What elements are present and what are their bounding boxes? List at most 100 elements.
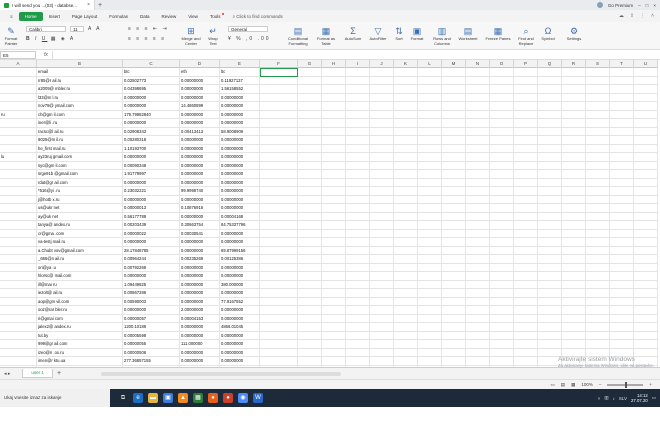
table-cell[interactable]: [610, 289, 634, 298]
table-cell[interactable]: [370, 102, 394, 111]
table-cell[interactable]: 0.00090348: [123, 161, 180, 170]
table-cell[interactable]: [370, 195, 394, 204]
table-cell[interactable]: [466, 263, 490, 272]
table-cell[interactable]: 0.00000000: [220, 93, 260, 102]
table-cell[interactable]: [514, 204, 538, 213]
table-cell[interactable]: [346, 331, 370, 340]
table-cell[interactable]: [370, 297, 394, 306]
find-commands[interactable]: ⌕ Click to find commands: [232, 14, 282, 19]
table-cell[interactable]: [418, 246, 442, 255]
table-cell[interactable]: [0, 297, 37, 306]
menu-review[interactable]: Review: [155, 12, 182, 21]
table-cell[interactable]: [394, 323, 418, 332]
table-cell[interactable]: 14.4860899: [180, 102, 220, 111]
table-cell[interactable]: 380.000000: [220, 280, 260, 289]
header-cell[interactable]: [298, 68, 322, 77]
table-cell[interactable]: [466, 76, 490, 85]
table-cell[interactable]: 0.00000000: [220, 314, 260, 323]
table-cell[interactable]: [260, 195, 298, 204]
table-cell[interactable]: [538, 170, 562, 179]
sort-button[interactable]: ⇅ Sort: [392, 26, 406, 41]
table-cell[interactable]: 0.00000000: [220, 110, 260, 119]
table-cell[interactable]: [586, 127, 610, 136]
table-cell[interactable]: [418, 348, 442, 357]
table-cell[interactable]: [418, 144, 442, 153]
firefox-icon[interactable]: ●: [208, 393, 218, 403]
table-cell[interactable]: [490, 348, 514, 357]
firefox-dev-icon[interactable]: ●: [223, 393, 233, 403]
table-cell[interactable]: 179.79982840: [123, 110, 180, 119]
table-cell[interactable]: ay@uk net: [37, 212, 123, 221]
fx-icon[interactable]: fx: [44, 52, 48, 58]
table-cell[interactable]: [562, 212, 586, 221]
truncated-cell[interactable]: ru: [0, 110, 37, 119]
align-bottom-icons[interactable]: ≡ ≡ ≡ ≡ ≡: [128, 36, 166, 42]
table-cell[interactable]: [322, 76, 346, 85]
table-cell[interactable]: [586, 323, 610, 332]
table-cell[interactable]: [490, 306, 514, 315]
table-cell[interactable]: [610, 229, 634, 238]
table-cell[interactable]: 0.00000000: [180, 212, 220, 221]
table-cell[interactable]: [538, 238, 562, 247]
header-cell[interactable]: [562, 68, 586, 77]
table-cell[interactable]: 0.00235269: [180, 255, 220, 264]
table-cell[interactable]: [586, 93, 610, 102]
table-cell[interactable]: [514, 212, 538, 221]
table-cell[interactable]: [298, 153, 322, 162]
table-cell[interactable]: [562, 323, 586, 332]
table-cell[interactable]: [298, 110, 322, 119]
table-cell[interactable]: [322, 331, 346, 340]
table-cell[interactable]: [610, 85, 634, 94]
table-cell[interactable]: [442, 144, 466, 153]
table-cell[interactable]: [634, 204, 658, 213]
table-cell[interactable]: [586, 204, 610, 213]
table-cell[interactable]: [586, 144, 610, 153]
header-cell[interactable]: [442, 68, 466, 77]
table-cell[interactable]: [442, 323, 466, 332]
table-cell[interactable]: [634, 153, 658, 162]
table-cell[interactable]: [490, 161, 514, 170]
table-cell[interactable]: [0, 187, 37, 196]
rows-columns-button[interactable]: ▥ Rows and Columns: [430, 26, 454, 46]
table-cell[interactable]: [442, 127, 466, 136]
table-cell[interactable]: [0, 102, 37, 111]
table-cell[interactable]: us@ukr net: [37, 204, 123, 213]
table-cell[interactable]: [442, 348, 466, 357]
table-cell[interactable]: nov78@ ymail.com: [37, 102, 123, 111]
table-cell[interactable]: [490, 195, 514, 204]
table-cell[interactable]: [466, 238, 490, 247]
table-cell[interactable]: [346, 127, 370, 136]
selected-cell[interactable]: [260, 68, 298, 77]
edge-icon[interactable]: e: [133, 393, 143, 403]
table-cell[interactable]: [442, 221, 466, 230]
table-cell[interactable]: [370, 110, 394, 119]
table-cell[interactable]: [514, 272, 538, 281]
table-cell[interactable]: [322, 255, 346, 264]
table-cell[interactable]: [418, 340, 442, 349]
table-cell[interactable]: [418, 331, 442, 340]
table-cell[interactable]: iezolt@ ail.ru: [37, 289, 123, 298]
table-cell[interactable]: 0.56177789: [123, 212, 180, 221]
table-cell[interactable]: 0.00000000: [123, 153, 180, 162]
table-cell[interactable]: izeo@n .ox.ru: [37, 348, 123, 357]
table-cell[interactable]: [634, 306, 658, 315]
table-cell[interactable]: 0.30663754: [180, 221, 220, 230]
table-cell[interactable]: [442, 306, 466, 315]
table-cell[interactable]: [514, 153, 538, 162]
table-cell[interactable]: [394, 314, 418, 323]
table-cell[interactable]: [260, 289, 298, 298]
table-cell[interactable]: [538, 340, 562, 349]
table-cell[interactable]: 0.00413413: [180, 127, 220, 136]
table-cell[interactable]: [346, 348, 370, 357]
table-cell[interactable]: [562, 280, 586, 289]
table-cell[interactable]: 0.00000000: [220, 119, 260, 128]
menu-home[interactable]: Home: [18, 11, 43, 21]
table-cell[interactable]: [298, 144, 322, 153]
vlc-icon[interactable]: ▲: [178, 393, 188, 403]
menu-formulas[interactable]: Formulas: [103, 12, 134, 21]
table-cell[interactable]: srge91b @gmail.com: [37, 170, 123, 179]
column-header[interactable]: I: [346, 60, 370, 68]
table-cell[interactable]: [346, 161, 370, 170]
table-cell[interactable]: [514, 178, 538, 187]
header-cell[interactable]: [586, 68, 610, 77]
